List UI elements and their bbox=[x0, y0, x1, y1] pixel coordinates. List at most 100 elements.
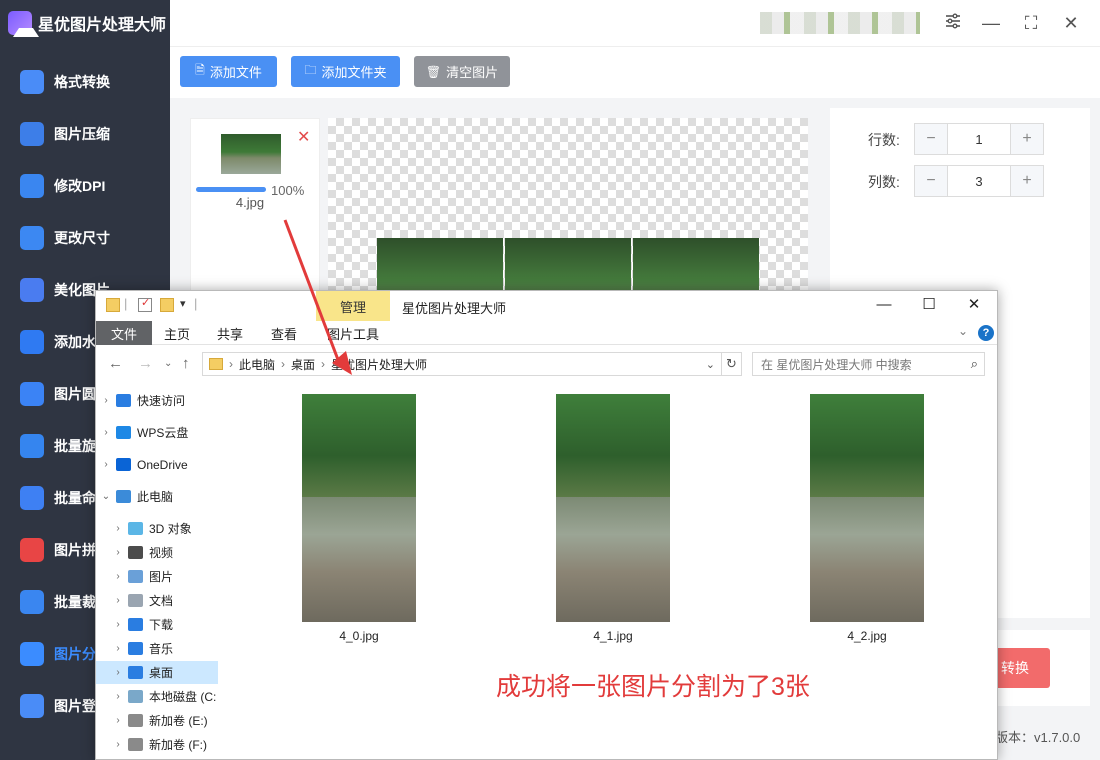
tree-item[interactable]: › OneDrive bbox=[96, 453, 218, 476]
chevron-icon[interactable]: › bbox=[112, 739, 124, 750]
chevron-icon[interactable]: › bbox=[112, 547, 124, 558]
chevron-icon[interactable]: › bbox=[100, 459, 112, 470]
close-button[interactable]: ✕ bbox=[1060, 12, 1082, 34]
columns-stepper: − 3 + bbox=[914, 165, 1044, 197]
tree-item[interactable]: › 下载 bbox=[96, 613, 218, 636]
breadcrumb-separator: › bbox=[229, 357, 233, 371]
columns-input[interactable]: 3 bbox=[947, 166, 1011, 196]
sidebar-item[interactable]: 图片压缩 bbox=[0, 114, 170, 154]
file-label[interactable]: 4_2.jpg bbox=[787, 629, 947, 643]
file-content-area: 4_0.jpg 4_1.jpg 4_2.jpg 成功将一张图片分割为了3张 bbox=[218, 383, 997, 759]
tree-item-label: 新加卷 (E:) bbox=[149, 714, 208, 728]
chevron-icon[interactable]: › bbox=[112, 571, 124, 582]
address-row: ← → ⌄ ↑ › 此电脑 › 桌面 › 星优图片处理大师 ⌄ ↻ 在 星优图片… bbox=[96, 346, 997, 382]
tree-item-label: 3D 对象 bbox=[149, 522, 192, 536]
tab-share[interactable]: 共享 bbox=[204, 321, 256, 345]
river-area bbox=[556, 496, 670, 622]
chevron-icon[interactable]: › bbox=[100, 427, 112, 438]
tree-item-label: 桌面 bbox=[149, 666, 174, 680]
columns-decrement-button[interactable]: − bbox=[915, 166, 947, 196]
user-avatar[interactable] bbox=[760, 12, 920, 34]
file-thumbnail[interactable] bbox=[221, 134, 281, 174]
chevron-icon[interactable]: › bbox=[112, 643, 124, 654]
sidebar-item-label: 更改尺寸 bbox=[54, 230, 110, 246]
tree-item[interactable]: › 图片 bbox=[96, 565, 218, 588]
sidebar-item-icon bbox=[20, 226, 44, 250]
tree-item-label: 快速访问 bbox=[137, 394, 186, 408]
maximize-button[interactable]: ⛶ bbox=[1020, 12, 1042, 34]
sidebar-item-label: 图片圆 bbox=[54, 386, 96, 402]
add-folder-button[interactable]: 🗀 添加文件夹 bbox=[291, 56, 400, 87]
sidebar-item[interactable]: 更改尺寸 bbox=[0, 218, 170, 258]
sidebar-item-label: 图片压缩 bbox=[54, 126, 110, 142]
rows-decrement-button[interactable]: − bbox=[915, 124, 947, 154]
quick-access-dropdown-icon[interactable]: ▾ bbox=[180, 297, 186, 310]
minimize-button[interactable]: — bbox=[980, 12, 1002, 34]
tree-item[interactable]: › 本地磁盘 (C: bbox=[96, 685, 218, 708]
pictures-icon bbox=[128, 570, 143, 583]
tree-item[interactable]: › 新加卷 (E:) bbox=[96, 709, 218, 732]
new-folder-icon[interactable] bbox=[160, 298, 174, 312]
file-label[interactable]: 4_0.jpg bbox=[279, 629, 439, 643]
tab-file[interactable]: 文件 bbox=[96, 321, 152, 345]
sidebar-item[interactable]: 格式转换 bbox=[0, 62, 170, 102]
file-thumbnail[interactable] bbox=[556, 394, 670, 622]
properties-icon[interactable]: ✓ bbox=[138, 297, 152, 312]
tab-home[interactable]: 主页 bbox=[152, 321, 202, 345]
recent-dropdown-icon[interactable]: ⌄ bbox=[164, 358, 172, 369]
add-file-button[interactable]: 🗎 添加文件 bbox=[180, 56, 277, 87]
rows-increment-button[interactable]: + bbox=[1011, 124, 1043, 154]
help-icon[interactable]: ? bbox=[978, 325, 994, 341]
chevron-icon[interactable]: › bbox=[112, 691, 124, 702]
sidebar-item-icon bbox=[20, 434, 44, 458]
forward-arrow-icon[interactable]: → bbox=[138, 355, 153, 372]
file-thumbnail[interactable] bbox=[302, 394, 416, 622]
sidebar-item-icon bbox=[20, 278, 44, 302]
rows-label: 行数: bbox=[868, 132, 900, 148]
address-dropdown-icon[interactable]: ⌄ bbox=[706, 358, 715, 371]
tree-item[interactable]: › 桌面 bbox=[96, 661, 218, 684]
tree-item[interactable]: › 音乐 bbox=[96, 637, 218, 660]
tree-item[interactable]: › 快速访问 bbox=[96, 389, 218, 412]
back-arrow-icon[interactable]: ← bbox=[108, 355, 123, 372]
success-annotation: 成功将一张图片分割为了3张 bbox=[496, 673, 810, 701]
remove-file-icon[interactable]: ✕ bbox=[297, 127, 310, 147]
sidebar-item-icon bbox=[20, 694, 44, 718]
chevron-icon[interactable]: › bbox=[112, 595, 124, 606]
up-arrow-icon[interactable]: ↑ bbox=[182, 355, 190, 372]
ribbon-expand-icon[interactable]: ⌄ bbox=[958, 324, 968, 338]
explorer-minimize-button[interactable]: — bbox=[874, 295, 894, 315]
sidebar-item-label: 修改DPI bbox=[54, 178, 106, 194]
columns-increment-button[interactable]: + bbox=[1011, 166, 1043, 196]
tree-item[interactable]: › 视频 bbox=[96, 541, 218, 564]
tree-item[interactable]: › 文档 bbox=[96, 589, 218, 612]
refresh-icon[interactable]: ↻ bbox=[722, 352, 742, 376]
search-input[interactable]: 在 星优图片处理大师 中搜索 ⌕ bbox=[752, 352, 985, 376]
forest-area bbox=[810, 394, 924, 497]
chevron-icon[interactable]: › bbox=[112, 667, 124, 678]
sidebar-item[interactable]: 修改DPI bbox=[0, 166, 170, 206]
sidebar-item-label: 添加水 bbox=[54, 334, 96, 350]
chevron-icon[interactable]: ⌄ bbox=[100, 491, 112, 502]
tree-item[interactable]: › 3D 对象 bbox=[96, 517, 218, 540]
file-thumbnail[interactable] bbox=[810, 394, 924, 622]
drive-icon bbox=[128, 714, 143, 727]
computer-icon bbox=[116, 490, 131, 503]
image-preview bbox=[328, 118, 808, 308]
tree-item[interactable]: › WPS云盘 bbox=[96, 421, 218, 444]
explorer-maximize-button[interactable]: ☐ bbox=[919, 295, 939, 315]
tree-item-label: 下载 bbox=[149, 618, 174, 632]
rows-input[interactable]: 1 bbox=[947, 124, 1011, 154]
folder-icon[interactable] bbox=[106, 298, 120, 312]
chevron-icon[interactable]: › bbox=[112, 523, 124, 534]
sliders-icon[interactable] bbox=[942, 12, 964, 34]
chevron-icon[interactable]: › bbox=[112, 715, 124, 726]
tree-item[interactable]: ⌄ 此电脑 bbox=[96, 485, 218, 508]
sidebar-item-label: 批量裁 bbox=[54, 594, 96, 610]
chevron-icon[interactable]: › bbox=[100, 395, 112, 406]
explorer-close-button[interactable]: ✕ bbox=[964, 295, 984, 315]
clear-images-button[interactable]: 🗑 清空图片 bbox=[414, 56, 510, 87]
file-label[interactable]: 4_1.jpg bbox=[533, 629, 693, 643]
chevron-icon[interactable]: › bbox=[112, 619, 124, 630]
tree-item[interactable]: › 新加卷 (F:) bbox=[96, 733, 218, 756]
